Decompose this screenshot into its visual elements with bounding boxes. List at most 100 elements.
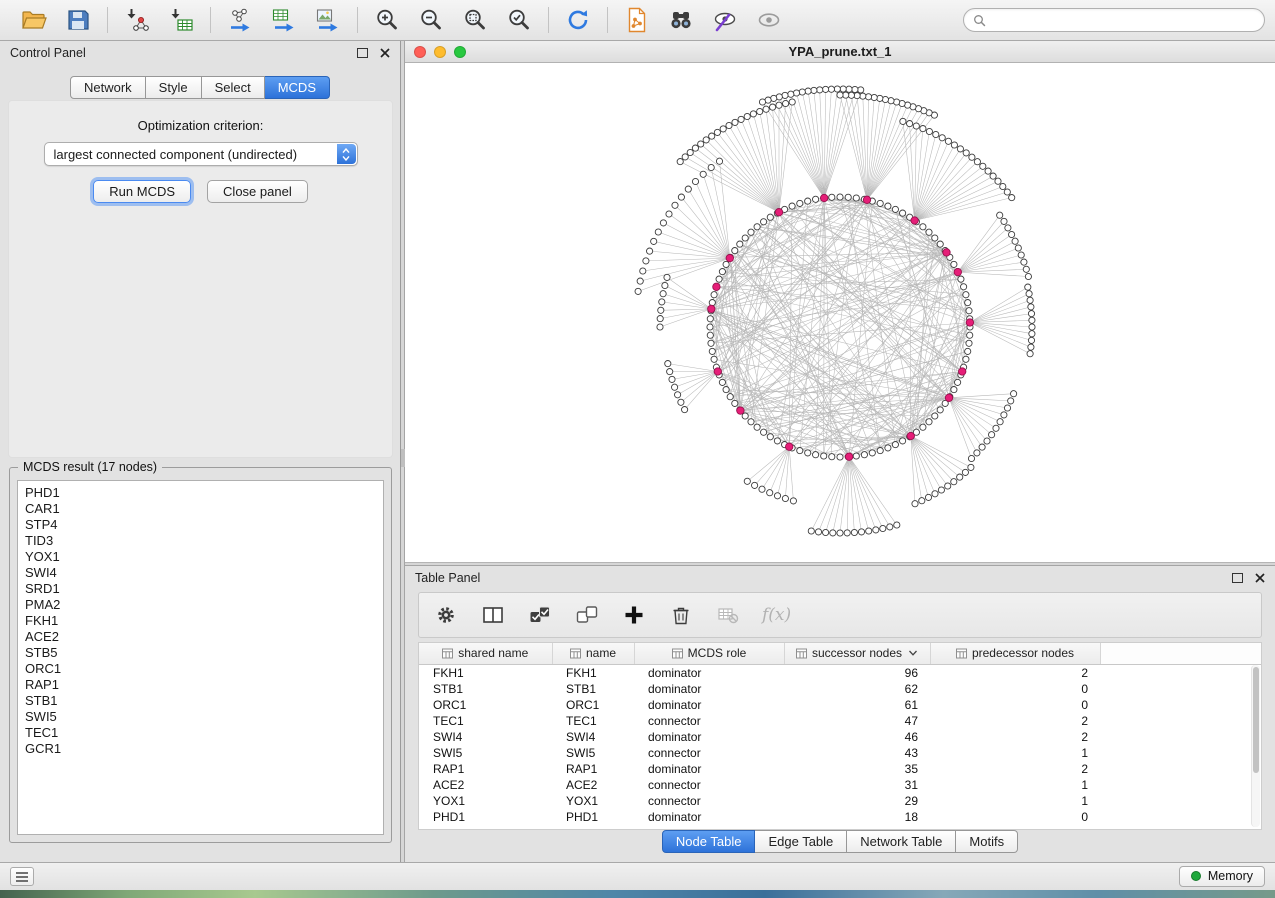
network-node[interactable]: [738, 116, 744, 122]
network-node[interactable]: [655, 229, 661, 235]
network-node[interactable]: [651, 238, 657, 244]
network-node[interactable]: [788, 91, 794, 97]
network-node[interactable]: [1009, 195, 1015, 201]
network-node[interactable]: [860, 93, 866, 99]
cell-mcds_role[interactable]: connector: [634, 713, 784, 729]
open-network-file-button[interactable]: [619, 4, 655, 36]
cell-successor[interactable]: 35: [784, 761, 930, 777]
network-node[interactable]: [1011, 391, 1017, 397]
cell-name[interactable]: SWI4: [552, 729, 634, 745]
network-node[interactable]: [887, 524, 893, 530]
network-node[interactable]: [742, 413, 748, 419]
network-node[interactable]: [951, 387, 957, 393]
network-node[interactable]: [682, 407, 688, 413]
network-node[interactable]: [894, 522, 900, 528]
network-node[interactable]: [1025, 273, 1031, 279]
network-node[interactable]: [823, 86, 829, 92]
network-node[interactable]: [817, 87, 823, 93]
table-row[interactable]: PHD1PHD1dominator180: [419, 809, 1261, 825]
delete-row-button[interactable]: [668, 602, 694, 628]
cell-shared_name[interactable]: FKH1: [419, 664, 552, 681]
network-node[interactable]: [698, 141, 704, 147]
network-node[interactable]: [837, 530, 843, 536]
network-node[interactable]: [1029, 317, 1035, 323]
network-node[interactable]: [687, 149, 693, 155]
network-node[interactable]: [744, 478, 750, 484]
network-node[interactable]: [963, 356, 969, 362]
close-window-button[interactable]: [414, 46, 426, 58]
network-node[interactable]: [837, 194, 843, 200]
network-node[interactable]: [957, 146, 963, 152]
tab-style[interactable]: Style: [146, 76, 202, 99]
network-node[interactable]: [945, 483, 951, 489]
network-node[interactable]: [997, 212, 1003, 218]
maximize-window-button[interactable]: [454, 46, 466, 58]
network-node[interactable]: [716, 276, 722, 282]
tab-network[interactable]: Network: [70, 76, 146, 99]
network-node[interactable]: [719, 379, 725, 385]
network-node[interactable]: [913, 123, 919, 129]
network-node[interactable]: [813, 196, 819, 202]
network-node[interactable]: [865, 94, 871, 100]
network-node[interactable]: [811, 87, 817, 93]
dominator-node[interactable]: [713, 283, 720, 290]
network-node[interactable]: [660, 291, 666, 297]
network-node[interactable]: [675, 392, 681, 398]
network-node[interactable]: [805, 450, 811, 456]
network-node[interactable]: [742, 235, 748, 241]
network-node[interactable]: [1004, 405, 1010, 411]
cell-successor[interactable]: 29: [784, 793, 930, 809]
optimization-criterion-select[interactable]: largest connected component (undirected): [44, 142, 358, 166]
network-node[interactable]: [711, 356, 717, 362]
cell-name[interactable]: YOX1: [552, 793, 634, 809]
network-node[interactable]: [682, 154, 688, 160]
dominator-node[interactable]: [954, 268, 961, 275]
network-node[interactable]: [967, 332, 973, 338]
network-node[interactable]: [851, 529, 857, 535]
cell-shared_name[interactable]: TEC1: [419, 713, 552, 729]
column-header-MCDS-role[interactable]: MCDS role: [634, 643, 784, 664]
network-node[interactable]: [737, 241, 743, 247]
network-node[interactable]: [965, 300, 971, 306]
network-node[interactable]: [647, 248, 653, 254]
network-node[interactable]: [703, 137, 709, 143]
network-node[interactable]: [726, 122, 732, 128]
table-row[interactable]: RAP1RAP1dominator352: [419, 761, 1261, 777]
dominator-node[interactable]: [959, 368, 966, 375]
network-node[interactable]: [920, 126, 926, 132]
table-row[interactable]: YOX1YOX1connector291: [419, 793, 1261, 809]
table-row[interactable]: ACE2ACE2connector311: [419, 777, 1261, 793]
network-node[interactable]: [912, 501, 918, 507]
network-node[interactable]: [1004, 189, 1010, 195]
network-node[interactable]: [919, 498, 925, 504]
dominator-node[interactable]: [966, 319, 973, 326]
zoom-fit-button[interactable]: [457, 4, 493, 36]
network-node[interactable]: [989, 432, 995, 438]
network-node[interactable]: [727, 394, 733, 400]
network-node[interactable]: [1021, 259, 1027, 265]
cell-shared_name[interactable]: SWI5: [419, 745, 552, 761]
network-node[interactable]: [892, 442, 898, 448]
network-node[interactable]: [966, 308, 972, 314]
network-node[interactable]: [900, 438, 906, 444]
mcds-result-item[interactable]: SRD1: [25, 581, 376, 597]
network-node[interactable]: [732, 400, 738, 406]
dominator-node[interactable]: [945, 394, 952, 401]
network-node[interactable]: [692, 178, 698, 184]
network-node[interactable]: [752, 482, 758, 488]
mcds-result-item[interactable]: FKH1: [25, 613, 376, 629]
network-node[interactable]: [979, 444, 985, 450]
import-network-file-button[interactable]: [119, 4, 155, 36]
mcds-result-item[interactable]: ORC1: [25, 661, 376, 677]
close-panel-icon[interactable]: [380, 48, 390, 58]
network-node[interactable]: [783, 100, 789, 106]
network-node[interactable]: [907, 121, 913, 127]
panel-menu-button[interactable]: [10, 867, 34, 886]
network-node[interactable]: [761, 429, 767, 435]
network-node[interactable]: [837, 92, 843, 98]
network-node[interactable]: [664, 274, 670, 280]
dominator-node[interactable]: [737, 407, 744, 414]
network-node[interactable]: [1027, 351, 1033, 357]
network-node[interactable]: [782, 495, 788, 501]
refresh-button[interactable]: [560, 4, 596, 36]
